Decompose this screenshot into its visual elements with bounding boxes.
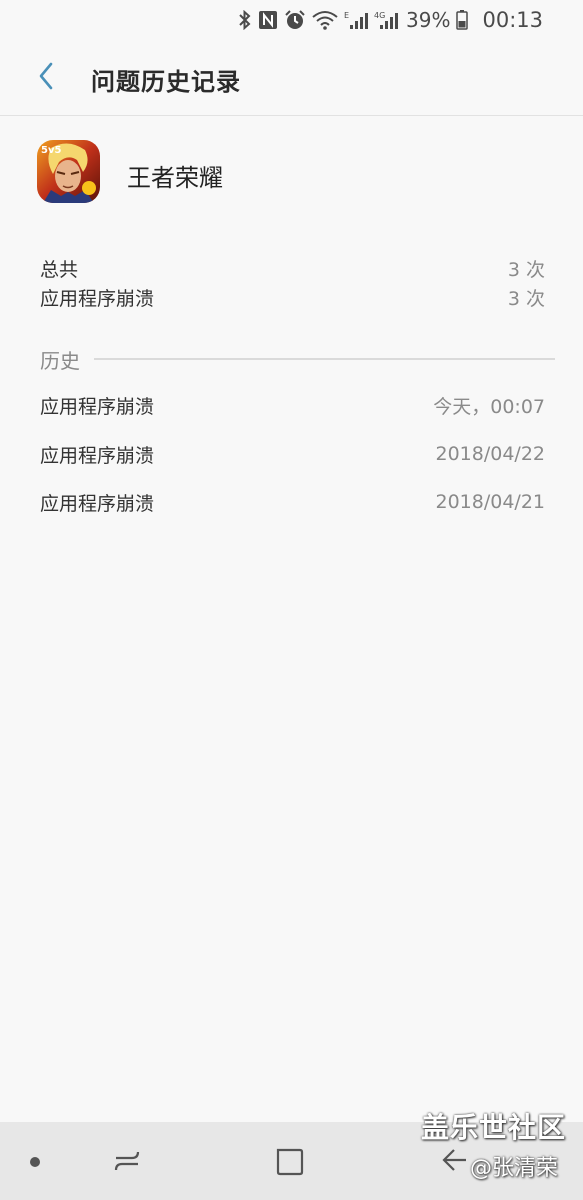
history-item[interactable]: 应用程序崩溃 今天，00:07 <box>40 390 545 420</box>
back-icon[interactable] <box>440 1146 470 1176</box>
history-item[interactable]: 应用程序崩溃 2018/04/22 <box>40 439 545 469</box>
summary-row-crash: 应用程序崩溃 3 次 <box>40 283 545 311</box>
battery-percent: 39% <box>406 8 451 32</box>
summary-value: 3 次 <box>507 287 545 310</box>
chevron-left-icon <box>36 61 56 95</box>
home-icon[interactable] <box>274 1146 306 1178</box>
history-item-label: 应用程序崩溃 <box>40 492 155 515</box>
watermark-title: 盖乐世社区 <box>421 1111 567 1144</box>
page-title: 问题历史记录 <box>91 68 241 96</box>
battery-icon <box>456 10 469 30</box>
app-bar: 问题历史记录 <box>0 40 583 116</box>
summary-label: 应用程序崩溃 <box>40 287 155 310</box>
svg-text:E: E <box>344 11 349 20</box>
status-time: 00:13 <box>482 8 543 32</box>
history-section-title: 历史 <box>40 348 80 373</box>
history-item[interactable]: 应用程序崩溃 2018/04/21 <box>40 487 545 517</box>
app-name: 王者荣耀 <box>127 164 223 192</box>
signal-4g-icon: 4G <box>374 10 399 30</box>
summary-label: 总共 <box>40 258 79 281</box>
watermark-author: @张清荣 <box>470 1156 559 1181</box>
svg-text:4G: 4G <box>374 11 385 20</box>
signal-e-icon: E <box>344 10 369 30</box>
history-section-header: 历史 <box>40 344 555 374</box>
summary-row-total: 总共 3 次 <box>40 254 545 282</box>
history-item-date: 2018/04/21 <box>435 491 545 513</box>
dot-icon[interactable] <box>28 1154 42 1168</box>
screen: E 4G 39% 00:13 问题历史记录 5v5 王者荣耀 总共 3 次 应用… <box>0 0 583 1200</box>
nfc-icon <box>258 10 278 30</box>
svg-text:5v5: 5v5 <box>41 145 61 156</box>
section-divider <box>94 358 555 360</box>
bluetooth-icon <box>238 10 252 30</box>
status-bar: E 4G 39% 00:13 <box>0 0 583 40</box>
wifi-icon <box>312 10 338 30</box>
history-item-date: 2018/04/22 <box>435 443 545 465</box>
history-item-label: 应用程序崩溃 <box>40 395 155 418</box>
back-button[interactable] <box>28 60 64 96</box>
game-app-icon: 5v5 <box>37 140 100 203</box>
history-item-label: 应用程序崩溃 <box>40 444 155 467</box>
history-item-date: 今天，00:07 <box>433 395 545 418</box>
app-info: 5v5 王者荣耀 <box>0 138 583 208</box>
summary-value: 3 次 <box>507 258 545 281</box>
alarm-icon <box>284 10 306 30</box>
recents-icon[interactable] <box>112 1146 142 1176</box>
